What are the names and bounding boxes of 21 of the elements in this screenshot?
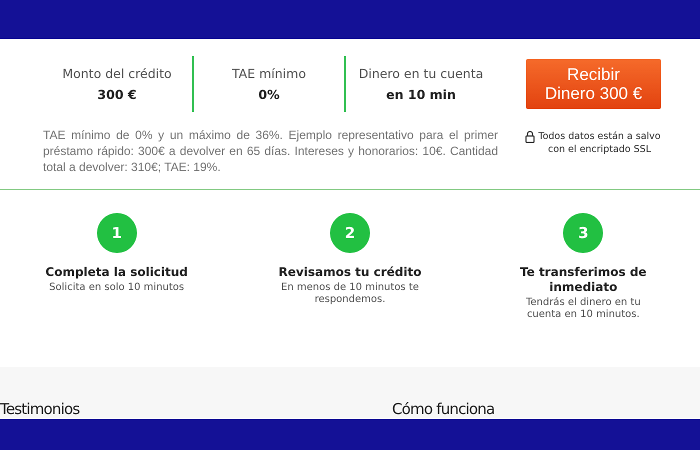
step-title: Completa la solicitud (44, 265, 189, 280)
section-heading: Testimonios (0, 400, 80, 419)
lock-icon (525, 130, 535, 143)
step-text: En menos de 10 minutos te respondemos. (280, 282, 420, 306)
step-text: Solicita en solo 10 minutos (48, 282, 186, 294)
section-heading: Cómo funciona (392, 400, 494, 419)
stat-label: TAE mínimo (232, 66, 306, 81)
stat-value: 300 € (97, 87, 137, 102)
step-number: 2 (330, 213, 370, 253)
stat-label: Monto del crédito (62, 66, 172, 81)
receive-money-button[interactable]: Recibir Dinero 300 € (526, 59, 661, 109)
disclaimer-text: TAE mínimo de 0% y un máximo de 36%. Ejemplo representativo para el primer préstamo rápido: 300€ a devolver en 65 días. Intereses y honorarios: 10€. Cantidad total a devolver: 310€; TAE: 19%. (43, 127, 498, 175)
stat-value: en 10 min (386, 87, 456, 102)
step-title: Te transferimos de inmediato (519, 265, 648, 295)
step-number: 3 (563, 213, 604, 253)
step-title: Revisamos tu crédito (278, 265, 422, 280)
step-text: Tendrás el dinero en tu cuenta en 10 minutos. (524, 297, 642, 321)
step-number: 1 (96, 213, 137, 253)
security-note: Todos datos están a salvo con el encriptado SSL (537, 130, 662, 156)
stat-label: Dinero en tu cuenta (358, 66, 484, 81)
stat-value: 0% (258, 87, 280, 102)
